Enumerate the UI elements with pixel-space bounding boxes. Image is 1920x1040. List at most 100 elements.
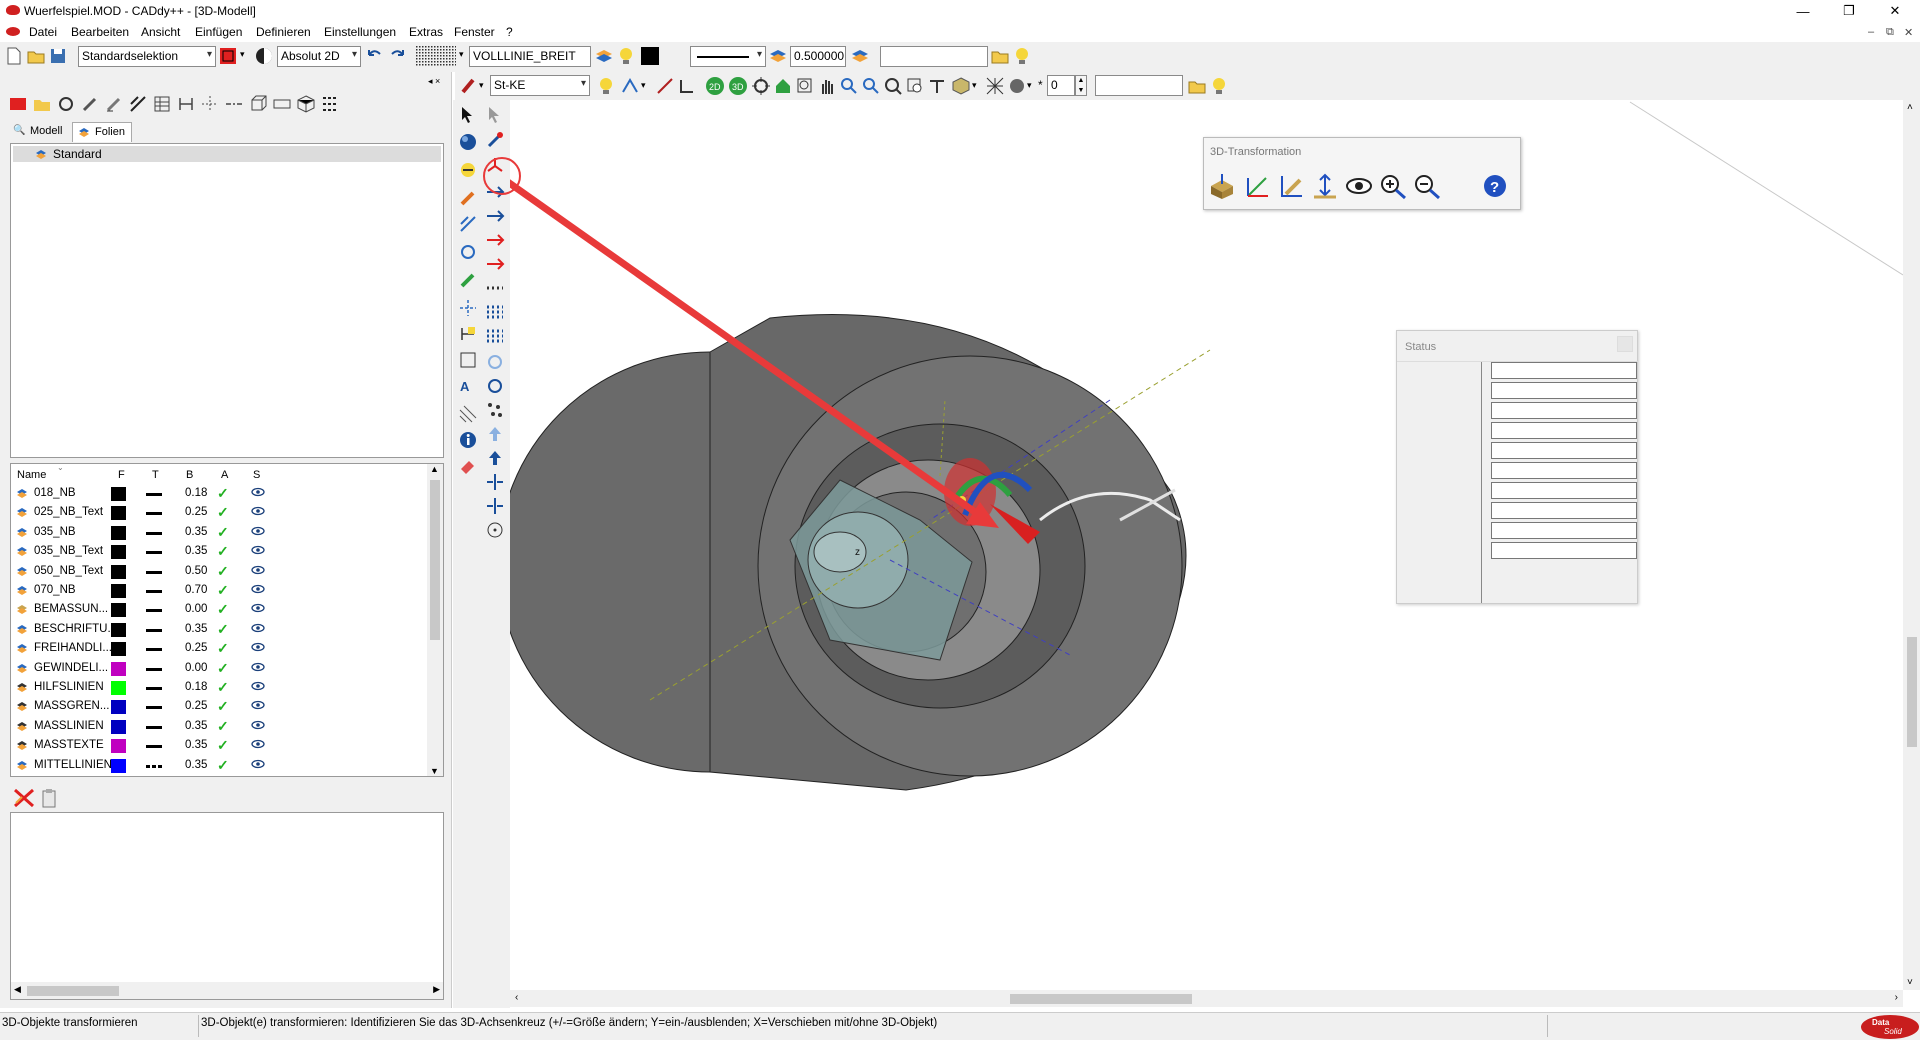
3d-model-view[interactable]: z <box>495 100 1904 990</box>
eye-icon[interactable] <box>251 681 265 691</box>
mdi-restore-button[interactable]: ⧉ <box>1886 26 1894 39</box>
layer-width[interactable]: 0.70 <box>185 584 207 596</box>
layer-line-type[interactable] <box>146 551 162 555</box>
pen-icon[interactable] <box>459 76 479 96</box>
eye-icon[interactable] <box>251 623 265 633</box>
lightbulb-icon[interactable] <box>1012 46 1032 66</box>
list-item[interactable]: FREIHANDLI... 0.25 ✓ <box>11 639 425 658</box>
array-grid-icon[interactable] <box>485 326 505 346</box>
eye-icon[interactable] <box>251 739 265 749</box>
folder-icon[interactable] <box>1187 76 1207 96</box>
layer-color-swatch[interactable] <box>111 700 126 715</box>
close-button[interactable] <box>1617 336 1633 352</box>
drawing-canvas[interactable]: z <box>495 100 1904 990</box>
layer-color-swatch[interactable] <box>111 642 126 657</box>
check-icon[interactable]: ✓ <box>217 679 229 696</box>
stretch-icon[interactable] <box>485 472 505 492</box>
layer-width[interactable]: 0.35 <box>185 720 207 732</box>
mdi-close-button[interactable]: ✕ <box>1904 26 1913 39</box>
mirror-icon[interactable] <box>485 230 505 250</box>
grid-pattern-icon[interactable] <box>416 46 456 66</box>
menu-einfuegen[interactable]: Einfügen <box>195 25 242 39</box>
scrollbar-thumb[interactable] <box>1010 994 1192 1004</box>
line-style-combo[interactable]: ▾ <box>690 46 766 67</box>
eye-icon[interactable] <box>251 642 265 652</box>
scroll-down-icon[interactable]: ▼ <box>430 766 439 776</box>
chevron-down-icon[interactable]: ▾ <box>459 49 464 60</box>
help-icon[interactable]: ? <box>1480 172 1510 200</box>
layer-line-type[interactable] <box>146 725 162 729</box>
scroll-left-icon[interactable]: ◀ <box>14 984 21 995</box>
list-item[interactable]: MASSTEXTE 0.35 ✓ <box>11 736 425 755</box>
status-field[interactable] <box>1491 422 1637 439</box>
menu-fenster[interactable]: Fenster <box>454 25 495 39</box>
layer-color-swatch[interactable] <box>111 525 126 540</box>
zoom-window-icon[interactable] <box>795 76 815 96</box>
list-item[interactable]: MITTELLINIEN 0.35 ✓ <box>11 756 425 775</box>
centerline-icon[interactable] <box>458 298 478 318</box>
status-field[interactable] <box>1491 522 1637 539</box>
scatter-icon[interactable] <box>485 400 505 420</box>
scrollbar-thumb[interactable] <box>430 480 440 640</box>
brush-icon[interactable] <box>485 130 505 150</box>
revolve-icon[interactable] <box>458 160 478 180</box>
layer-line-type[interactable] <box>146 628 162 632</box>
check-icon[interactable]: ✓ <box>217 660 229 677</box>
line-width-field[interactable]: 0.500000 <box>790 46 846 67</box>
check-icon[interactable]: ✓ <box>217 698 229 715</box>
rotate-copy-icon[interactable] <box>485 376 505 396</box>
scrollbar-thumb[interactable] <box>27 986 119 996</box>
list-item[interactable]: MASSGREN... 0.25 ✓ <box>11 697 425 716</box>
eye-icon[interactable] <box>251 603 265 613</box>
dashdot-icon[interactable] <box>224 94 244 114</box>
arrow-up-icon[interactable] <box>485 448 505 468</box>
layer-color-swatch[interactable] <box>111 584 126 598</box>
select-arrow-icon[interactable] <box>485 104 505 124</box>
measure-icon[interactable] <box>655 76 675 96</box>
list-item[interactable]: BESCHRIFTU... 0.35 ✓ <box>11 620 425 639</box>
eye-icon[interactable] <box>251 565 265 575</box>
eye-icon[interactable] <box>251 526 265 536</box>
undo-icon[interactable] <box>364 46 384 66</box>
layers-icon[interactable] <box>594 46 614 66</box>
scrollbar-thumb[interactable] <box>1907 637 1917 747</box>
column-header-a[interactable]: A <box>221 469 228 481</box>
rotate-view-icon[interactable] <box>751 76 771 96</box>
column-header-name[interactable]: Name <box>17 469 46 481</box>
dimension-icon[interactable] <box>176 94 196 114</box>
delete-icon[interactable] <box>12 787 36 809</box>
layer-color-swatch[interactable] <box>111 506 126 521</box>
array-line-icon[interactable] <box>485 278 505 298</box>
sphere-icon[interactable] <box>1007 76 1027 96</box>
crosshair-icon[interactable] <box>200 94 220 114</box>
eraser-icon[interactable] <box>458 456 478 476</box>
view-3d-icon[interactable]: 3D <box>728 76 748 96</box>
layer-line-type[interactable] <box>146 531 162 535</box>
wireframe-icon[interactable] <box>985 76 1005 96</box>
check-icon[interactable]: ✓ <box>217 718 229 735</box>
scale-icon[interactable] <box>458 350 478 370</box>
copy-move-icon[interactable] <box>485 206 505 226</box>
sphere-icon[interactable] <box>458 132 478 152</box>
folder-icon[interactable] <box>990 46 1010 66</box>
chevron-down-icon[interactable]: ▾ <box>1027 80 1032 91</box>
list-item[interactable]: HILFSLINIEN 0.18 ✓ <box>11 678 425 697</box>
check-icon[interactable]: ✓ <box>217 563 229 580</box>
view-eye-icon[interactable] <box>1344 172 1374 200</box>
menu-help[interactable]: ? <box>506 25 513 39</box>
toolbar2-text-field[interactable] <box>1095 75 1183 96</box>
status-field[interactable] <box>1491 542 1637 559</box>
list-item[interactable]: 018_NB 0.18 ✓ <box>11 484 425 503</box>
list-item[interactable]: 050_NB_Text 0.50 ✓ <box>11 562 425 581</box>
layer-folder-icon[interactable] <box>32 94 52 114</box>
scroll-left-icon[interactable]: ‹ <box>515 992 518 1003</box>
lightbulb-icon[interactable] <box>1209 76 1229 96</box>
layer-line-type[interactable] <box>146 609 162 613</box>
view-2d-icon[interactable]: 2D <box>705 76 725 96</box>
layer-color-swatch[interactable] <box>111 487 126 501</box>
save-icon[interactable] <box>48 46 68 66</box>
rotate-icon[interactable] <box>485 352 505 372</box>
chevron-down-icon[interactable]: ▾ <box>972 80 977 91</box>
new-file-icon[interactable] <box>4 46 24 66</box>
box-icon[interactable] <box>248 94 268 114</box>
